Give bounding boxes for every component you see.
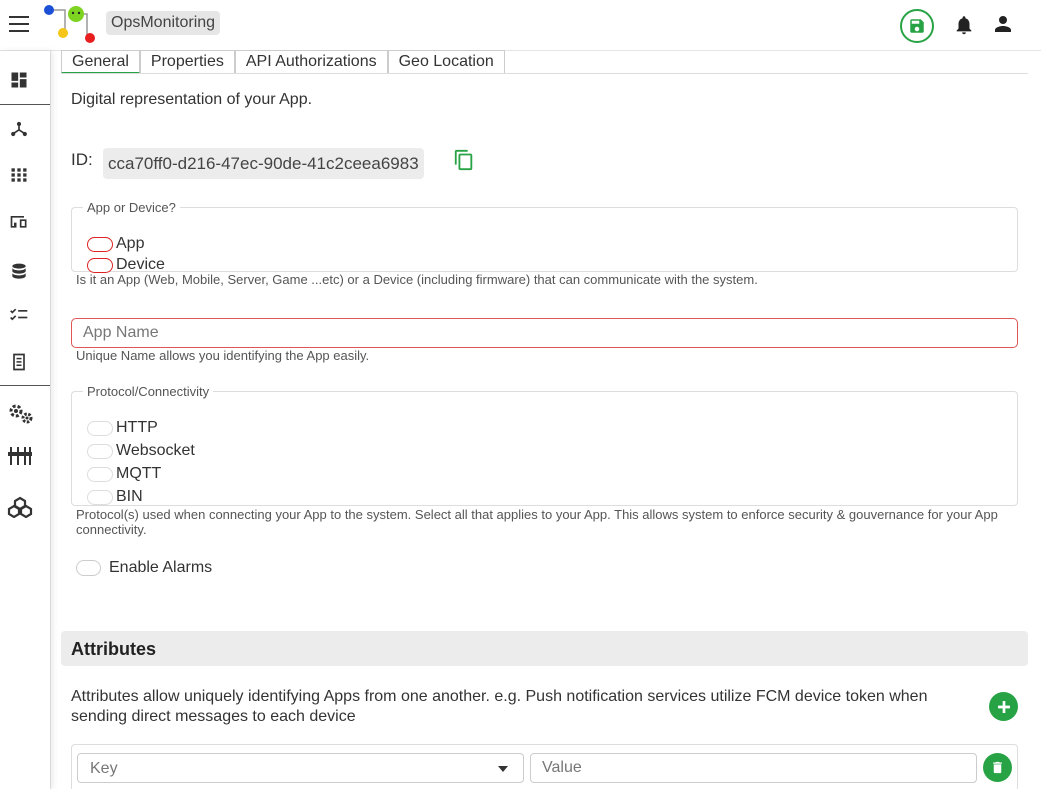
protocol-http-toggle[interactable] [87, 420, 113, 436]
tab-bar: General Properties API Authorizations Ge… [61, 50, 505, 74]
scrollbar[interactable] [1028, 51, 1041, 789]
protocol-option-websocket[interactable]: Websocket [87, 442, 195, 460]
hub-icon[interactable] [7, 117, 31, 141]
cubes-icon[interactable] [7, 495, 33, 519]
bell-icon[interactable] [953, 13, 975, 37]
app-name-input[interactable] [71, 318, 1018, 348]
radio-app-label: App [116, 235, 145, 252]
protocol-websocket-toggle[interactable] [87, 443, 113, 459]
id-label: ID: [71, 150, 93, 169]
top-bar: OpsMonitoring [0, 0, 1041, 51]
save-button[interactable] [900, 9, 934, 43]
attribute-key-select[interactable]: Key [77, 753, 524, 783]
app-or-device-group: App or Device? App Device [71, 200, 1018, 273]
chevron-down-icon [498, 766, 508, 772]
protocol-option-bin[interactable]: BIN [87, 488, 143, 506]
delete-attribute-button[interactable] [983, 753, 1012, 782]
add-attribute-button[interactable] [989, 692, 1018, 721]
protocol-websocket-label: Websocket [116, 442, 195, 459]
sliders-icon[interactable] [7, 444, 33, 468]
receipt-icon[interactable] [7, 350, 31, 374]
enable-alarms-toggle[interactable] [76, 560, 101, 576]
attributes-title: Attributes [71, 639, 156, 659]
app-name-help: Unique Name allows you identifying the A… [76, 348, 370, 363]
plus-icon [997, 700, 1010, 713]
user-icon[interactable] [991, 12, 1015, 36]
attribute-value-input[interactable] [530, 753, 977, 783]
settings-gears-icon[interactable] [7, 402, 35, 426]
enable-alarms-label: Enable Alarms [109, 559, 213, 576]
protocol-bin-label: BIN [116, 488, 143, 505]
app-title: OpsMonitoring [106, 11, 221, 35]
radio-app[interactable]: App [87, 235, 144, 253]
checklist-icon[interactable] [7, 303, 31, 327]
menu-icon[interactable] [9, 16, 29, 32]
tab-api-authorizations[interactable]: API Authorizations [234, 50, 388, 74]
app-or-device-help: Is it an App (Web, Mobile, Server, Game … [76, 272, 758, 287]
enable-alarms-row[interactable]: Enable Alarms [76, 559, 212, 577]
attribute-key-placeholder: Key [90, 760, 118, 777]
tab-general[interactable]: General [61, 50, 140, 74]
protocol-option-http[interactable]: HTTP [87, 419, 158, 437]
id-value: cca70ff0-d216-47ec-90de-41c2ceea6983 [103, 148, 424, 179]
trash-icon [993, 761, 1002, 774]
page-description: Digital representation of your App. [71, 91, 313, 108]
protocol-option-mqtt[interactable]: MQTT [87, 465, 161, 483]
tab-underline [61, 73, 1028, 74]
tab-geo-location[interactable]: Geo Location [387, 50, 505, 74]
sidebar [0, 51, 51, 789]
radio-app-toggle[interactable] [87, 236, 113, 252]
attributes-description: Attributes allow uniquely identifying Ap… [71, 688, 928, 725]
sidebar-divider [0, 104, 50, 105]
app-or-device-legend: App or Device? [87, 200, 176, 215]
protocol-group: Protocol/Connectivity HTTP Websocket MQT… [71, 384, 1018, 506]
protocol-http-label: HTTP [116, 419, 158, 436]
apps-grid-icon[interactable] [7, 163, 31, 187]
database-icon[interactable] [7, 260, 31, 284]
attributes-header: Attributes [61, 631, 1028, 666]
radio-device-toggle[interactable] [87, 257, 113, 273]
copy-icon[interactable] [453, 148, 475, 172]
protocol-bin-toggle[interactable] [87, 489, 113, 505]
protocol-legend: Protocol/Connectivity [87, 384, 210, 399]
save-icon [910, 19, 924, 33]
dashboard-icon[interactable] [7, 68, 31, 92]
sidebar-divider [0, 385, 50, 386]
protocol-mqtt-label: MQTT [116, 465, 162, 482]
logo [44, 5, 95, 43]
tab-properties[interactable]: Properties [139, 50, 235, 74]
devices-icon[interactable] [7, 209, 31, 233]
protocol-help: Protocol(s) used when connecting your Ap… [76, 507, 998, 537]
protocol-mqtt-toggle[interactable] [87, 466, 113, 482]
